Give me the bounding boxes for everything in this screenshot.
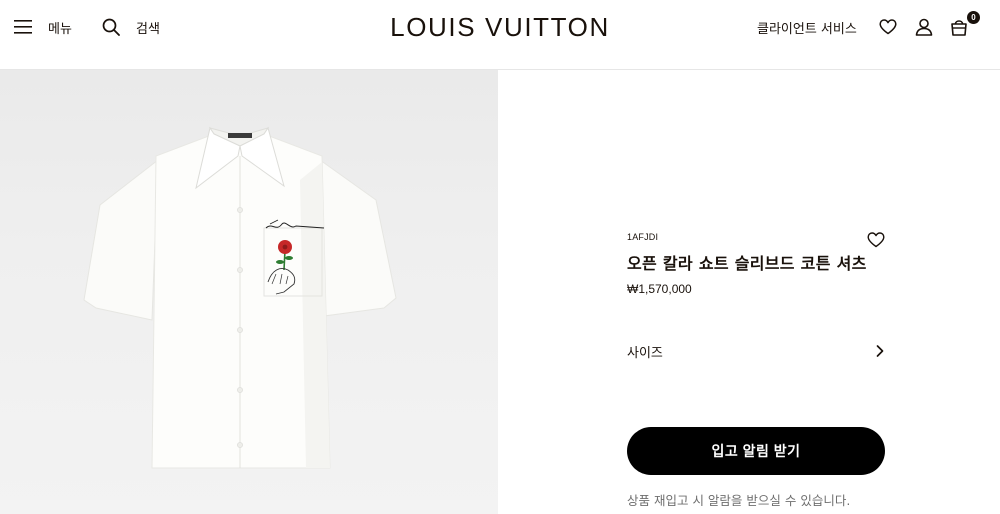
bag-button[interactable]: 0 [950,11,980,38]
product-wishlist-button[interactable] [867,232,885,250]
search-button[interactable]: 검색 [102,16,160,38]
user-icon [915,18,933,36]
bag-icon [951,20,967,36]
client-service-label: 클라이언트 서비스 [757,21,857,37]
product-sku: 1AFJDI [627,232,659,242]
chevron-right-icon [876,345,884,357]
product-price: ₩1,570,000 [627,282,692,296]
account-button[interactable] [915,16,933,38]
restock-notice: 상품 재입고 시 알람을 받으실 수 있습니다. [627,493,851,508]
size-selector[interactable]: 사이즈 [627,340,885,362]
client-service-link[interactable]: 클라이언트 서비스 [757,16,857,38]
heart-icon [879,19,897,35]
heart-icon [867,232,885,248]
product-summary: 1AFJDI 오픈 칼라 쇼트 슬리브드 코튼 셔츠 ₩1,570,000 [627,232,885,296]
hamburger-icon [14,20,32,34]
notify-restock-button[interactable]: 입고 알림 받기 [627,427,885,475]
brand-logo[interactable]: LOUIS VUITTON [390,12,610,42]
bag-count-badge: 0 [967,11,980,24]
product-name: 오픈 칼라 쇼트 슬리브드 코튼 셔츠 [627,254,867,273]
search-label: 검색 [136,21,160,37]
search-icon [102,18,120,36]
wishlist-button[interactable] [879,16,897,38]
menu-label: 메뉴 [48,21,72,37]
site-header: 메뉴 검색 LOUIS VUITTON 클라이언트 서비스 0 [0,0,1000,70]
size-label: 사이즈 [627,345,663,361]
product-image-shirt [83,126,397,469]
product-image-panel[interactable] [0,70,498,514]
menu-button[interactable]: 메뉴 [14,16,72,38]
